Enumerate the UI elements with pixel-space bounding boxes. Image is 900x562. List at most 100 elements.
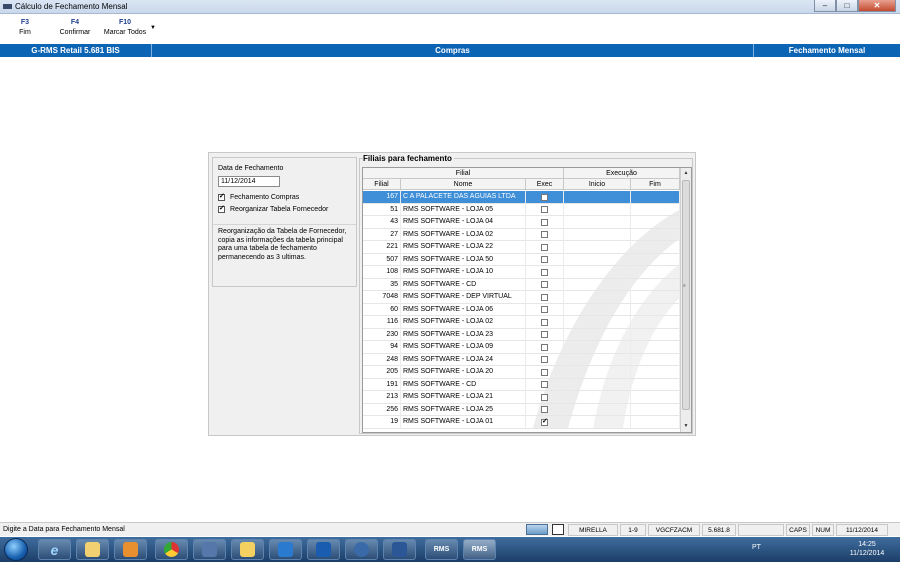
exec-cell: [526, 416, 564, 429]
table-row[interactable]: 108 RMS SOFTWARE - LOJA 10: [363, 266, 680, 279]
reorganizar-row[interactable]: Reorganizar Tabela Fornecedor: [218, 206, 328, 213]
fechamento-compras-checkbox[interactable]: [218, 194, 225, 201]
exec-checkbox[interactable]: [541, 256, 548, 263]
table-row[interactable]: 248 RMS SOFTWARE - LOJA 24: [363, 353, 680, 366]
exec-checkbox[interactable]: [541, 418, 548, 426]
screen-name: Fechamento Mensal: [788, 46, 866, 55]
inicio-cell: [564, 341, 631, 354]
fim-cell: [631, 378, 680, 391]
scroll-up-icon[interactable]: ▲: [681, 168, 691, 178]
col-header-exec[interactable]: Exec: [526, 179, 564, 190]
reorganizar-label: Reorganizar Tabela Fornecedor: [230, 206, 329, 213]
maximize-button[interactable]: □: [836, 0, 858, 12]
grid-scrollbar[interactable]: ▲ ≡ ▼: [680, 168, 691, 432]
exec-checkbox[interactable]: [541, 356, 548, 363]
exec-checkbox[interactable]: [541, 331, 548, 338]
nome-cell: RMS SOFTWARE - LOJA 05: [401, 203, 526, 216]
filiais-group-title: Filiais para fechamento: [363, 154, 454, 163]
toolbar: F3 Fim F4 Confirmar F10 Marcar Todos ▼: [0, 15, 900, 43]
exec-checkbox[interactable]: [541, 293, 548, 301]
table-row[interactable]: 94 RMS SOFTWARE - LOJA 09: [363, 341, 680, 354]
exec-cell: [526, 403, 564, 416]
table-row[interactable]: 213 RMS SOFTWARE - LOJA 21: [363, 391, 680, 404]
taskbar-clock[interactable]: 14:25 11/12/2014: [843, 540, 891, 558]
taskbar-app1-icon[interactable]: [193, 539, 226, 560]
col-header-nome[interactable]: Nome: [401, 179, 526, 190]
fim-cell: [631, 366, 680, 379]
exec-cell: [526, 316, 564, 329]
exec-checkbox[interactable]: [541, 406, 548, 413]
nome-cell: RMS SOFTWARE - LOJA 09: [401, 341, 526, 354]
table-row[interactable]: 191 RMS SOFTWARE - CD: [363, 378, 680, 391]
table-row[interactable]: 43 RMS SOFTWARE - LOJA 04: [363, 216, 680, 229]
exec-checkbox[interactable]: [541, 393, 548, 401]
taskbar-outlook-icon[interactable]: [307, 539, 340, 560]
exec-checkbox[interactable]: [541, 218, 548, 226]
filial-cell: 51: [363, 203, 401, 216]
table-row[interactable]: 230 RMS SOFTWARE - LOJA 23: [363, 328, 680, 341]
toolbar-more-icon[interactable]: ▼: [150, 25, 156, 31]
col-header-fim[interactable]: Fim: [631, 179, 680, 190]
table-row[interactable]: 256 RMS SOFTWARE - LOJA 25: [363, 403, 680, 416]
exec-checkbox[interactable]: [541, 318, 548, 326]
fim-button[interactable]: F3 Fim: [14, 19, 36, 36]
table-row[interactable]: 19 RMS SOFTWARE - LOJA 01: [363, 416, 680, 429]
taskbar-app3-icon[interactable]: [345, 539, 378, 560]
exec-cell: [526, 328, 564, 341]
confirmar-label: Confirmar: [59, 29, 91, 36]
start-button-icon[interactable]: [4, 538, 28, 561]
table-row[interactable]: 221 RMS SOFTWARE - LOJA 22: [363, 241, 680, 254]
table-row[interactable]: 116 RMS SOFTWARE - LOJA 02: [363, 316, 680, 329]
reorganizar-checkbox[interactable]: [218, 206, 225, 213]
taskbar-media-icon[interactable]: [114, 539, 147, 560]
date-field[interactable]: [218, 176, 280, 187]
exec-checkbox[interactable]: [541, 343, 548, 351]
exec-checkbox[interactable]: [541, 306, 548, 313]
document-status-icon: [552, 524, 564, 535]
exec-checkbox[interactable]: [541, 368, 548, 376]
exec-checkbox[interactable]: [541, 231, 548, 238]
taskbar-ie-icon[interactable]: e: [38, 539, 71, 560]
exec-cell: [526, 203, 564, 216]
fim-shortcut: F3: [20, 19, 30, 26]
taskbar-chrome-icon[interactable]: [155, 539, 188, 560]
taskbar-rms-app1[interactable]: RMS: [425, 539, 458, 560]
nome-cell: RMS SOFTWARE - LOJA 25: [401, 403, 526, 416]
exec-cell: [526, 278, 564, 291]
table-row[interactable]: 51 RMS SOFTWARE - LOJA 05: [363, 203, 680, 216]
col-header-filial[interactable]: Filial: [363, 179, 401, 190]
status-version: 5.681.8: [702, 524, 736, 536]
col-header-inicio[interactable]: Inicio: [564, 179, 631, 190]
scroll-thumb[interactable]: [682, 180, 690, 410]
table-row[interactable]: 35 RMS SOFTWARE - CD: [363, 278, 680, 291]
scroll-down-icon[interactable]: ▼: [681, 421, 691, 431]
exec-checkbox[interactable]: [541, 243, 548, 251]
exec-checkbox[interactable]: [541, 193, 548, 201]
table-row[interactable]: 507 RMS SOFTWARE - LOJA 50: [363, 253, 680, 266]
table-row[interactable]: 205 RMS SOFTWARE - LOJA 20: [363, 366, 680, 379]
minimize-button[interactable]: –: [814, 0, 836, 12]
table-row[interactable]: 7048 RMS SOFTWARE - DEP VIRTUAL: [363, 291, 680, 304]
tray-language[interactable]: PT: [752, 544, 761, 551]
close-button[interactable]: ✕: [858, 0, 896, 12]
exec-checkbox[interactable]: [541, 381, 548, 388]
marcar-todos-button[interactable]: F10 Marcar Todos: [100, 19, 150, 36]
table-row[interactable]: 167 C A PALACETE DAS AGUIAS LTDA: [363, 191, 680, 204]
exec-checkbox[interactable]: [541, 206, 548, 213]
taskbar-word-icon[interactable]: [383, 539, 416, 560]
taskbar-explorer-icon[interactable]: [76, 539, 109, 560]
nome-cell: RMS SOFTWARE - LOJA 22: [401, 241, 526, 254]
filiais-grid[interactable]: Filial Execução Filial Nome Exec Inicio …: [362, 167, 692, 433]
taskbar-app2-icon[interactable]: [231, 539, 264, 560]
taskbar-rms-app2[interactable]: RMS: [463, 539, 496, 560]
exec-checkbox[interactable]: [541, 281, 548, 288]
exec-checkbox[interactable]: [541, 268, 548, 276]
grid-group-header-filial: Filial: [363, 168, 564, 179]
table-row[interactable]: 27 RMS SOFTWARE - LOJA 02: [363, 228, 680, 241]
table-row[interactable]: 60 RMS SOFTWARE - LOJA 06: [363, 303, 680, 316]
taskbar-lync-icon[interactable]: [269, 539, 302, 560]
scroll-grip-icon: ≡: [683, 283, 686, 289]
confirmar-button[interactable]: F4 Confirmar: [56, 19, 94, 36]
fim-cell: [631, 328, 680, 341]
fechamento-compras-row[interactable]: Fechamento Compras: [218, 194, 299, 201]
